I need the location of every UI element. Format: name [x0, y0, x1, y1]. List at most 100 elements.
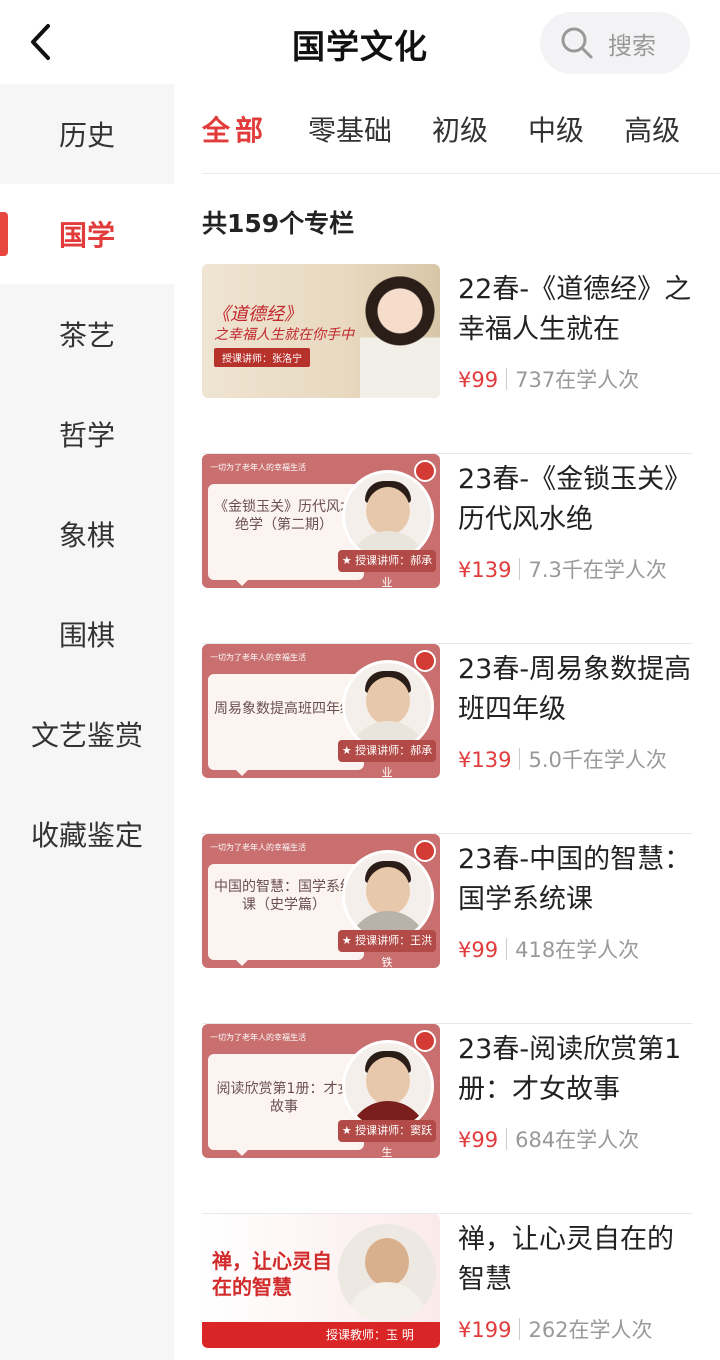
thumbnail-title: 《金锁玉关》历代风水绝学（第二期） — [214, 499, 354, 533]
thumbnail-teacher: ★ 授课讲师：窦跃生 — [338, 1120, 436, 1158]
course-price: ¥139 — [458, 558, 512, 582]
badge-icon — [414, 460, 436, 482]
learner-count: 7.3千在学人次 — [528, 558, 667, 582]
teacher-face — [366, 867, 410, 915]
learner-count: 418在学人次 — [515, 938, 640, 962]
sidebar-item-guoxue[interactable]: 国学 — [0, 184, 174, 284]
speech-card-tail — [232, 766, 252, 776]
sidebar-item-go[interactable]: 围棋 — [0, 584, 174, 684]
course-price: ¥139 — [458, 748, 512, 772]
thumbnail-slogan: 一切为了老年人的幸福生活 — [210, 653, 306, 662]
badge-icon — [414, 650, 436, 672]
thumbnail-subtitle: 之幸福人生就在你手中 — [214, 327, 354, 343]
course-price: ¥99 — [458, 938, 499, 962]
course-meta: ¥99 684在学人次 — [458, 1124, 639, 1154]
divider — [519, 748, 521, 770]
thumbnail-teacher: ★ 授课讲师：王洪铁 — [338, 930, 436, 968]
sidebar-item-label: 象棋 — [58, 519, 115, 552]
course-item[interactable]: 一切为了老年人的幸福生活 周易象数提高班四年级 ★ 授课讲师：郝承业 23春-周… — [202, 644, 692, 834]
thumbnail-title: 周易象数提高班四年级 — [214, 701, 354, 717]
search-button[interactable]: 搜索 — [540, 12, 690, 74]
course-title: 23春-阅读欣赏第1册：才女故事 — [458, 1034, 682, 1105]
thumbnail-teacher: 授课教师：玉 明 — [326, 1328, 414, 1342]
course-list-panel: 全部 零基础 初级 中级 高级 共159个专栏 《道德经》 之幸福人生就在你手中… — [174, 84, 720, 1360]
teacher-body — [347, 1282, 427, 1322]
sidebar-item-philosophy[interactable]: 哲学 — [0, 384, 174, 484]
thumbnail-title: 阅读欣赏第1册：才女故事 — [216, 1081, 352, 1115]
top-nav-bar: 国学文化 搜索 — [0, 0, 720, 84]
course-item[interactable]: 禅，让心灵自在的智慧 授课教师：玉 明 禅，让心灵自在的智慧 ¥199 262在学… — [202, 1214, 692, 1360]
search-icon — [561, 27, 593, 59]
thumbnail-title: 《道德经》 — [212, 304, 302, 325]
teacher-face — [365, 1238, 409, 1286]
course-price: ¥99 — [458, 1128, 499, 1152]
course-meta: ¥99 737在学人次 — [458, 364, 639, 394]
sidebar-item-chinese-chess[interactable]: 象棋 — [0, 484, 174, 584]
teacher-face — [366, 1057, 410, 1105]
search-label: 搜索 — [608, 31, 656, 60]
category-sidebar: 历史 国学 茶艺 哲学 象棋 围棋 文艺鉴赏 收藏鉴定 — [0, 84, 174, 1360]
teacher-face — [366, 677, 410, 725]
filter-tab-all[interactable]: 全部 — [202, 109, 268, 149]
filter-tab-advanced[interactable]: 高级 — [624, 109, 680, 149]
course-price: ¥99 — [458, 368, 499, 392]
sidebar-item-label: 国学 — [58, 219, 115, 252]
thumbnail-title: 中国的智慧：国学系统课（史学篇） — [214, 879, 354, 913]
thumbnail-teacher: 授课讲师：张洛宁 — [214, 348, 310, 367]
badge-icon — [414, 1030, 436, 1052]
divider — [506, 938, 508, 960]
sidebar-item-collection-appraisal[interactable]: 收藏鉴定 — [0, 784, 174, 884]
thumbnail-slogan: 一切为了老年人的幸福生活 — [210, 843, 306, 852]
course-meta: ¥139 7.3千在学人次 — [458, 554, 667, 584]
course-title: 23春-中国的智慧：国学系统课 — [458, 844, 692, 915]
course-thumbnail: 一切为了老年人的幸福生活 《金锁玉关》历代风水绝学（第二期） ★ 授课讲师：郝承… — [202, 454, 440, 588]
filter-tab-elementary[interactable]: 初级 — [432, 109, 488, 149]
course-item[interactable]: 一切为了老年人的幸福生活 中国的智慧：国学系统课（史学篇） ★ 授课讲师：王洪铁… — [202, 834, 692, 1024]
course-thumbnail: 一切为了老年人的幸福生活 周易象数提高班四年级 ★ 授课讲师：郝承业 — [202, 644, 440, 778]
speech-card-tail — [232, 1146, 252, 1156]
badge-icon — [414, 840, 436, 862]
filter-tab-intermediate[interactable]: 中级 — [528, 109, 584, 149]
sidebar-item-history[interactable]: 历史 — [0, 84, 174, 184]
course-count: 共159个专栏 — [202, 209, 355, 238]
course-item[interactable]: 《道德经》 之幸福人生就在你手中 授课讲师：张洛宁 22春-《道德经》之幸福人生… — [202, 264, 692, 454]
sidebar-item-tea-art[interactable]: 茶艺 — [0, 284, 174, 384]
sidebar-item-art-appreciation[interactable]: 文艺鉴赏 — [0, 684, 174, 784]
teacher-photo — [360, 264, 440, 398]
course-title: 22春-《道德经》之幸福人生就在 — [458, 274, 692, 345]
course-meta: ¥139 5.0千在学人次 — [458, 744, 667, 774]
course-thumbnail: 一切为了老年人的幸福生活 阅读欣赏第1册：才女故事 ★ 授课讲师：窦跃生 — [202, 1024, 440, 1158]
course-thumbnail: 禅，让心灵自在的智慧 授课教师：玉 明 — [202, 1214, 440, 1348]
teacher-photo — [338, 1224, 436, 1322]
sidebar-item-label: 历史 — [58, 119, 115, 152]
divider — [506, 1128, 508, 1150]
course-title: 禅，让心灵自在的智慧 — [458, 1224, 674, 1295]
course-item[interactable]: 一切为了老年人的幸福生活 阅读欣赏第1册：才女故事 ★ 授课讲师：窦跃生 23春… — [202, 1024, 692, 1214]
sidebar-item-label: 文艺鉴赏 — [30, 719, 143, 752]
teacher-face — [366, 487, 410, 535]
sidebar-item-label: 哲学 — [58, 419, 115, 452]
course-thumbnail: 一切为了老年人的幸福生活 中国的智慧：国学系统课（史学篇） ★ 授课讲师：王洪铁 — [202, 834, 440, 968]
learner-count: 737在学人次 — [515, 368, 640, 392]
divider — [519, 1318, 521, 1340]
thumbnail-slogan: 一切为了老年人的幸福生活 — [210, 463, 306, 472]
thumbnail-teacher: ★ 授课讲师：郝承业 — [338, 740, 436, 778]
course-meta: ¥199 262在学人次 — [458, 1314, 653, 1344]
course-thumbnail: 《道德经》 之幸福人生就在你手中 授课讲师：张洛宁 — [202, 264, 440, 398]
sidebar-item-label: 茶艺 — [58, 319, 115, 352]
sidebar-item-label: 围棋 — [58, 619, 115, 652]
divider — [506, 368, 508, 390]
thumbnail-teacher: ★ 授课讲师：郝承业 — [338, 550, 436, 588]
speech-card-tail — [232, 956, 252, 966]
learner-count: 684在学人次 — [515, 1128, 640, 1152]
thumbnail-slogan: 一切为了老年人的幸福生活 — [210, 1033, 306, 1042]
teacher-photo — [342, 470, 434, 562]
filter-tab-beginner-zero[interactable]: 零基础 — [308, 109, 392, 149]
course-list: 《道德经》 之幸福人生就在你手中 授课讲师：张洛宁 22春-《道德经》之幸福人生… — [202, 264, 692, 1360]
learner-count: 262在学人次 — [528, 1318, 653, 1342]
divider — [519, 558, 521, 580]
course-meta: ¥99 418在学人次 — [458, 934, 639, 964]
teacher-photo — [342, 660, 434, 752]
course-item[interactable]: 一切为了老年人的幸福生活 《金锁玉关》历代风水绝学（第二期） ★ 授课讲师：郝承… — [202, 454, 692, 644]
sidebar-item-label: 收藏鉴定 — [30, 819, 143, 852]
